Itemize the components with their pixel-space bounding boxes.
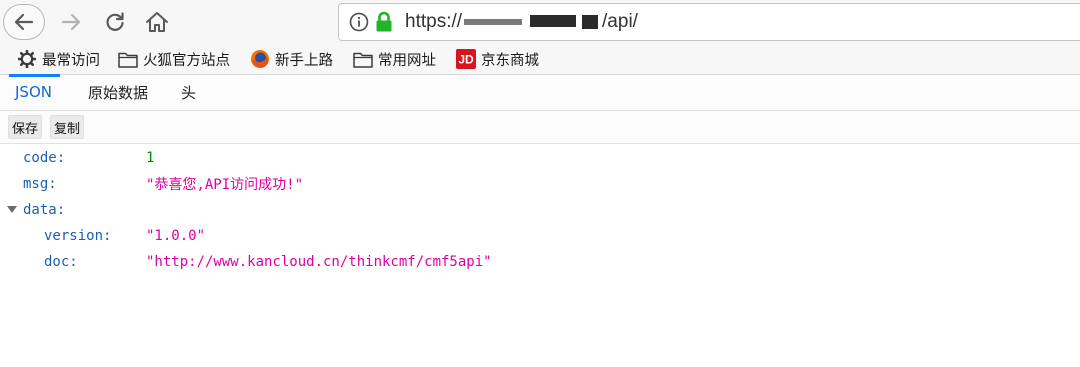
bookmark-getting-started[interactable]: 新手上路 [250, 44, 333, 74]
expand-toggle-icon[interactable] [7, 206, 17, 213]
copy-button[interactable]: 复制 [50, 115, 85, 139]
json-row-doc[interactable]: doc: "http://www.kancloud.cn/thinkcmf/cm… [0, 249, 1080, 275]
bookmark-firefox-sites[interactable]: 火狐官方站点 [118, 44, 230, 74]
tab-raw-data[interactable]: 原始数据 [88, 75, 148, 109]
bookmark-label: 常用网址 [378, 52, 436, 69]
json-value: "1.0.0" [146, 228, 206, 244]
url-text[interactable]: https:// /api/ [405, 11, 638, 33]
jd-icon: JD [456, 49, 476, 69]
json-tree: code: 1 msg: "恭喜您,API访问成功!" data: versio… [0, 144, 1080, 367]
lock-icon[interactable] [375, 11, 393, 33]
json-key: doc: [44, 254, 78, 270]
json-row-version[interactable]: version: "1.0.0" [0, 223, 1080, 249]
json-row-code[interactable]: code: 1 [0, 145, 1080, 171]
json-value: 1 [146, 150, 155, 166]
browser-window: https:// /api/ 最常访问 火狐官方站点 新手上路 常用网址 JD 京… [0, 0, 1080, 367]
save-button[interactable]: 保存 [8, 115, 43, 139]
folder-icon [118, 49, 138, 69]
tab-json[interactable]: JSON [9, 74, 60, 109]
json-row-data[interactable]: data: [0, 197, 1080, 223]
tab-headers[interactable]: 头 [181, 75, 196, 109]
home-button[interactable] [142, 6, 172, 38]
gear-icon [17, 49, 37, 69]
json-value: "恭喜您,API访问成功!" [146, 177, 304, 193]
forward-button[interactable] [56, 6, 86, 38]
json-key: msg: [23, 176, 57, 192]
url-redaction [462, 11, 602, 33]
reload-icon [106, 12, 124, 31]
bookmarks-toolbar: 最常访问 火狐官方站点 新手上路 常用网址 JD 京东商城 [0, 44, 1080, 75]
bookmark-most-visited[interactable]: 最常访问 [17, 44, 100, 74]
json-value: "http://www.kancloud.cn/thinkcmf/cmf5api… [146, 254, 492, 270]
url-prefix: https:// [405, 11, 463, 32]
json-key: data: [23, 202, 66, 218]
viewer-tabbar: JSON 原始数据 头 [0, 74, 1080, 111]
json-key: code: [23, 150, 66, 166]
arrow-left-icon [14, 13, 34, 31]
back-button[interactable] [3, 4, 45, 40]
json-key: version: [44, 228, 112, 244]
bookmark-common-sites[interactable]: 常用网址 [353, 44, 436, 74]
url-bar[interactable]: https:// /api/ [338, 3, 1080, 41]
svg-text:JD: JD [458, 53, 474, 67]
arrow-right-icon [61, 13, 81, 31]
viewer-toolbar: 保存 复制 [0, 111, 1080, 144]
bookmark-label: 火狐官方站点 [143, 52, 230, 69]
folder-icon [353, 49, 373, 69]
url-suffix: /api/ [602, 11, 638, 32]
json-row-msg[interactable]: msg: "恭喜您,API访问成功!" [0, 171, 1080, 197]
bookmark-label: 京东商城 [481, 52, 539, 69]
home-icon [146, 12, 168, 32]
info-icon[interactable] [349, 12, 369, 32]
firefox-icon [250, 49, 270, 69]
reload-button[interactable] [100, 6, 130, 38]
navigation-toolbar: https:// /api/ [0, 0, 1080, 44]
bookmark-label: 新手上路 [275, 52, 333, 69]
bookmark-label: 最常访问 [42, 52, 100, 69]
bookmark-jd[interactable]: JD 京东商城 [456, 44, 539, 74]
